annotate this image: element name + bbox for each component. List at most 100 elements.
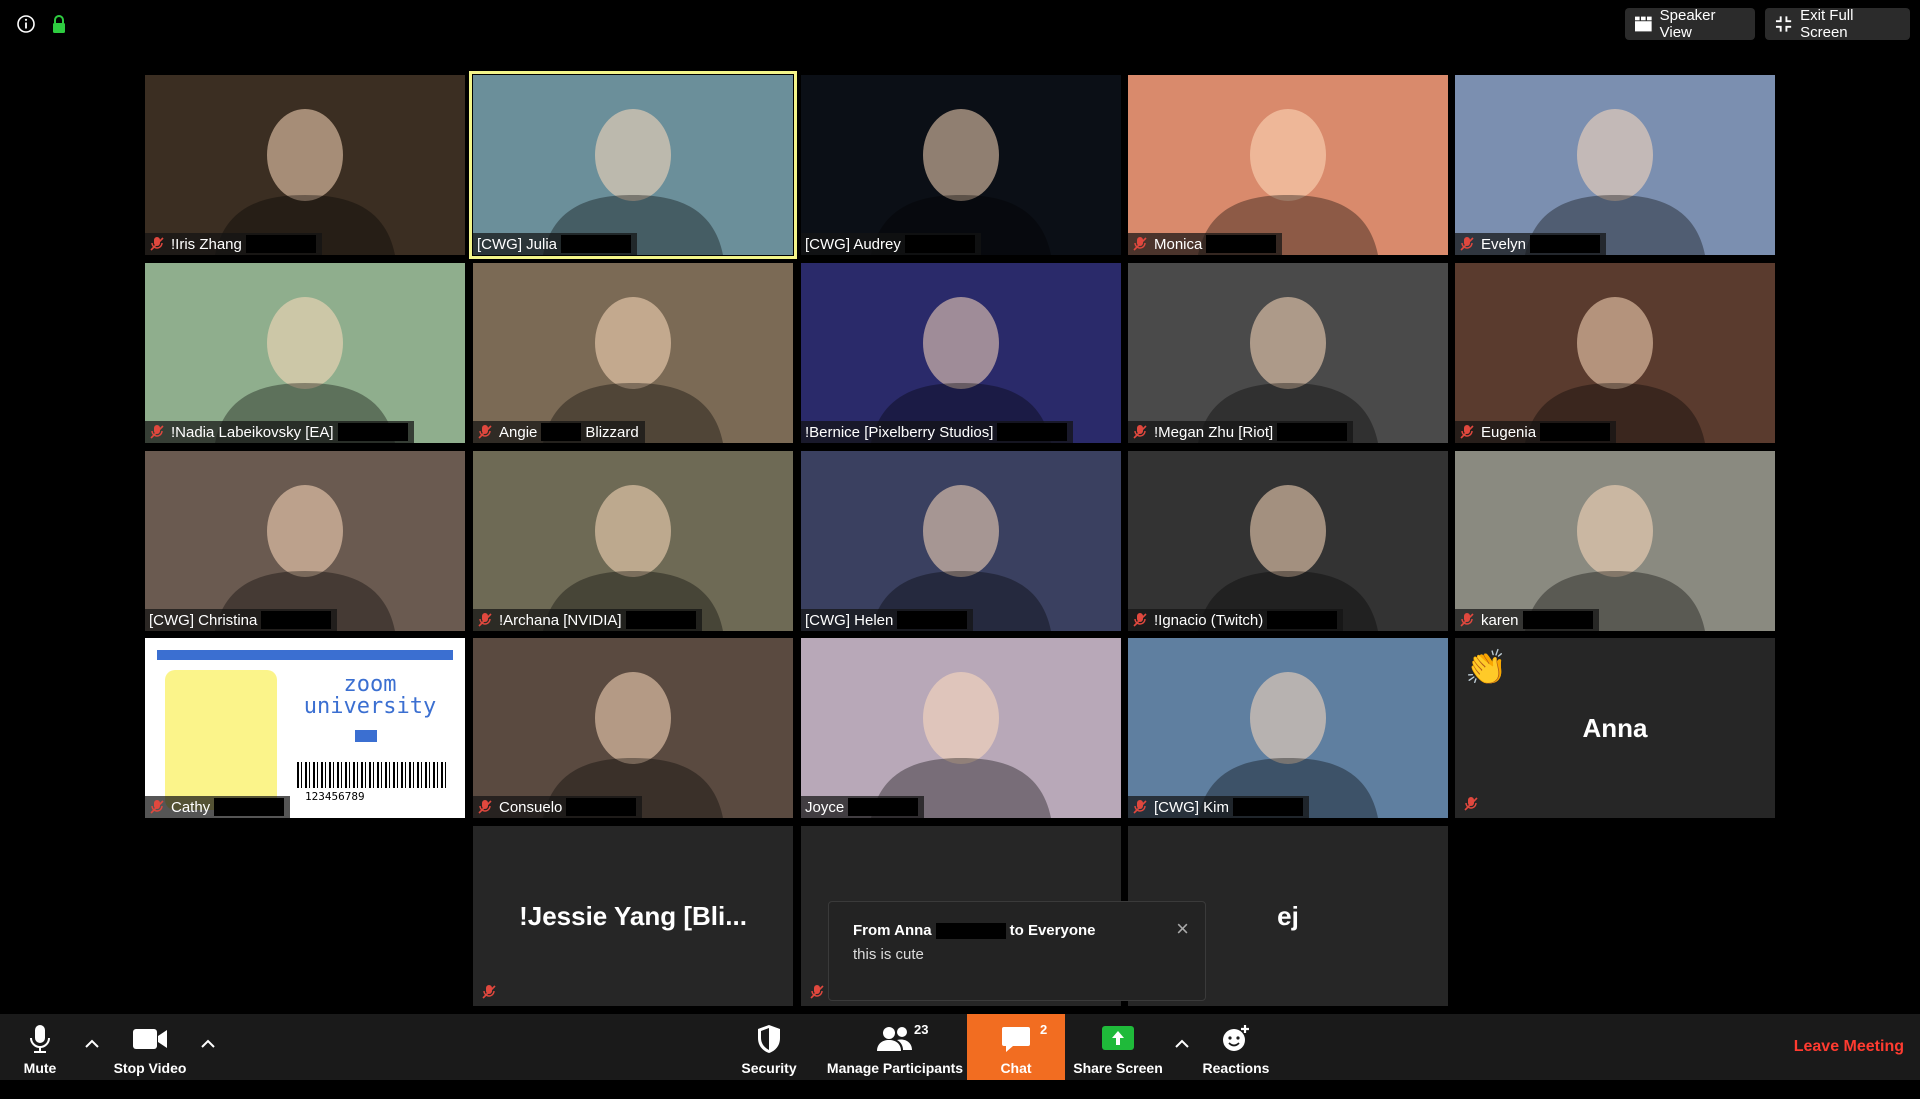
participant-name: Joyce bbox=[805, 798, 845, 816]
participant-name: Cathy bbox=[171, 798, 211, 816]
participant-name: karen bbox=[1481, 611, 1519, 629]
microphone-icon bbox=[22, 1022, 58, 1056]
participant-name: [CWG] Audrey bbox=[805, 235, 901, 253]
chat-bubble-icon bbox=[998, 1022, 1034, 1056]
chat-label: Chat bbox=[1000, 1060, 1032, 1076]
audio-options-chevron-icon[interactable] bbox=[82, 1034, 102, 1054]
participant-tile[interactable]: Monica bbox=[1128, 75, 1448, 255]
top-bar: Speaker View Exit Full Screen bbox=[0, 0, 1920, 60]
video-options-chevron-icon[interactable] bbox=[198, 1034, 218, 1054]
participant-name-tag: !Iris Zhang bbox=[145, 233, 322, 255]
participant-tile[interactable]: [CWG] Kim bbox=[1128, 638, 1448, 818]
manage-participants-label: Manage Participants bbox=[826, 1060, 964, 1076]
participant-video bbox=[473, 451, 793, 631]
participant-name: !Iris Zhang bbox=[171, 235, 242, 253]
participant-video bbox=[145, 75, 465, 255]
mute-label: Mute bbox=[23, 1060, 57, 1076]
muted-microphone-icon bbox=[1132, 612, 1148, 628]
participant-name-tag: Joyce bbox=[801, 796, 925, 818]
participant-tile[interactable]: [CWG] Audrey bbox=[801, 75, 1121, 255]
participant-tile[interactable]: [CWG] Julia bbox=[469, 71, 797, 259]
participant-name: Angie bbox=[499, 423, 538, 441]
stop-video-button[interactable]: Stop Video bbox=[108, 1014, 192, 1080]
card-camera-icon bbox=[355, 730, 377, 742]
participant-video bbox=[801, 638, 1121, 818]
participant-tile[interactable]: !Nadia Labeikovsky [EA] bbox=[145, 263, 465, 443]
share-options-chevron-icon[interactable] bbox=[1172, 1034, 1192, 1054]
video-camera-icon bbox=[132, 1022, 168, 1056]
participant-name: Evelyn bbox=[1481, 235, 1527, 253]
security-label: Security bbox=[741, 1060, 797, 1076]
close-icon[interactable]: × bbox=[1176, 916, 1189, 942]
share-screen-button[interactable]: Share Screen bbox=[1072, 1014, 1164, 1080]
speaker-view-button[interactable]: Speaker View bbox=[1625, 7, 1755, 41]
exit-full-screen-label: Exit Full Screen bbox=[1800, 7, 1854, 41]
participant-name-tag: !Megan Zhu [Riot] bbox=[1128, 421, 1354, 443]
participant-tile[interactable]: Evelyn bbox=[1455, 75, 1775, 255]
exit-full-screen-button[interactable]: Exit Full Screen bbox=[1765, 7, 1910, 41]
reactions-button[interactable]: Reactions bbox=[1200, 1014, 1272, 1080]
participant-name-tag: [CWG] Christina bbox=[145, 609, 338, 631]
encryption-lock-icon[interactable] bbox=[49, 14, 69, 34]
participant-name: !Bernice [Pixelberry Studios] bbox=[805, 423, 994, 441]
muted-microphone-icon bbox=[477, 612, 493, 628]
participant-name: !Nadia Labeikovsky [EA] bbox=[171, 423, 334, 441]
muted-microphone-icon bbox=[149, 236, 165, 252]
redaction-block bbox=[1522, 611, 1593, 629]
participant-tile[interactable]: !Megan Zhu [Riot] bbox=[1128, 263, 1448, 443]
participant-tile[interactable]: [CWG] Christina bbox=[145, 451, 465, 631]
manage-participants-button[interactable]: Manage Participants bbox=[820, 1014, 970, 1080]
redaction-block bbox=[566, 798, 637, 816]
card-photo bbox=[165, 670, 277, 810]
chat-button[interactable]: Chat bbox=[967, 1014, 1065, 1080]
redaction-block bbox=[997, 423, 1068, 441]
security-button[interactable]: Security bbox=[732, 1014, 806, 1080]
leave-meeting-button[interactable]: Leave Meeting bbox=[1794, 1038, 1904, 1056]
info-icon[interactable] bbox=[16, 14, 36, 34]
chat-to-label: to Everyone bbox=[1009, 922, 1096, 939]
participant-tile[interactable]: Consuelo bbox=[473, 638, 793, 818]
participant-video bbox=[1455, 263, 1775, 443]
participant-name-large: !Jessie Yang [Bli... bbox=[519, 900, 747, 931]
participant-name-tag: Cathy bbox=[145, 796, 291, 818]
muted-microphone-icon bbox=[1132, 424, 1148, 440]
participant-name-tag: Monica bbox=[1128, 233, 1283, 255]
participant-video bbox=[801, 263, 1121, 443]
redaction-block bbox=[337, 423, 408, 441]
participant-video bbox=[473, 638, 793, 818]
card-barcode-number: 123456789 bbox=[305, 790, 365, 803]
participant-tile[interactable]: karen bbox=[1455, 451, 1775, 631]
share-screen-label: Share Screen bbox=[1073, 1060, 1163, 1076]
participant-tile[interactable]: Angie Blizzard bbox=[473, 263, 793, 443]
participant-name: [CWG] Kim bbox=[1154, 798, 1229, 816]
participant-tile[interactable]: !Ignacio (Twitch) bbox=[1128, 451, 1448, 631]
participant-video bbox=[473, 263, 793, 443]
participant-video bbox=[1455, 451, 1775, 631]
participant-tile[interactable]: zoom university 123456789 Cathy bbox=[145, 638, 465, 818]
participant-name-tag: [CWG] Audrey bbox=[801, 233, 981, 255]
redaction-block bbox=[935, 923, 1006, 940]
redaction-block bbox=[261, 611, 332, 629]
card-barcode bbox=[297, 762, 447, 788]
mute-button[interactable]: Mute bbox=[10, 1014, 70, 1080]
participant-name-tag: [CWG] Kim bbox=[1128, 796, 1309, 818]
muted-microphone-icon bbox=[481, 984, 497, 1000]
participant-tile[interactable]: !Iris Zhang bbox=[145, 75, 465, 255]
participant-tile[interactable]: Anna 👏 bbox=[1455, 638, 1775, 818]
redaction-block bbox=[1267, 611, 1338, 629]
participant-tile[interactable]: !Archana [NVIDIA] bbox=[473, 451, 793, 631]
virtual-background-card: zoom university 123456789 bbox=[145, 638, 465, 818]
participant-tile[interactable]: Eugenia bbox=[1455, 263, 1775, 443]
participant-name-tag: Angie Blizzard bbox=[473, 421, 645, 443]
participant-tile[interactable]: Joyce bbox=[801, 638, 1121, 818]
muted-microphone-icon bbox=[477, 799, 493, 815]
shield-icon bbox=[751, 1022, 787, 1056]
redaction-block bbox=[625, 611, 696, 629]
participant-tile[interactable]: !Jessie Yang [Bli... bbox=[473, 826, 793, 1006]
participant-name: [CWG] Christina bbox=[149, 611, 258, 629]
participant-tile[interactable]: [CWG] Helen bbox=[801, 451, 1121, 631]
chat-notification-popup[interactable]: From Anna to Everyone this is cute × bbox=[828, 901, 1206, 1001]
participant-tile[interactable]: !Bernice [Pixelberry Studios] bbox=[801, 263, 1121, 443]
muted-microphone-icon bbox=[477, 424, 493, 440]
chat-from-label: From Anna bbox=[853, 922, 932, 939]
